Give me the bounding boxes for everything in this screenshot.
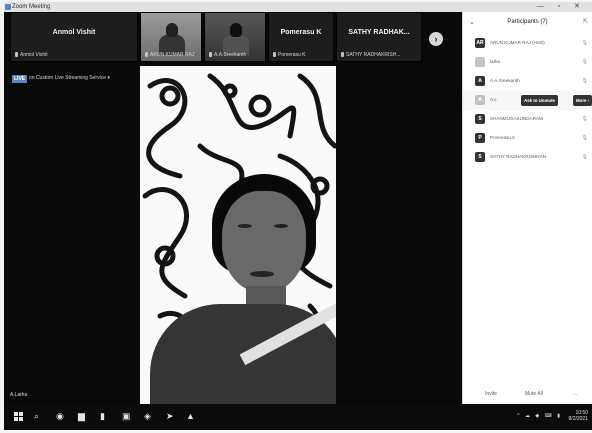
- participant-name: A.L: [490, 97, 497, 102]
- mic-icon: 🎙: [581, 59, 588, 65]
- participant-tile-label: A.A.Sreekanth: [209, 52, 246, 58]
- participant-row[interactable]: A A.A.Sreekanth 🎙: [463, 72, 592, 91]
- participant-tile[interactable]: Anmol Vishit Anmol Vishit: [10, 12, 138, 62]
- task-view-icon[interactable]: ▆: [78, 410, 85, 422]
- avatar: AR: [475, 38, 485, 48]
- person-head: [166, 23, 179, 37]
- participant-tile-name: SATHY RADHAK...: [348, 29, 410, 36]
- speaker-eye: [274, 224, 288, 228]
- windows-taskbar: ⌕ ◉ ▆ ▮ ▣ ◈ ➤ ▲ ^ ☁ ◆ ⌨ ▮ 10:50 8/2/2021: [4, 404, 592, 430]
- ask-to-unmute-button[interactable]: Ask to Unmute: [521, 95, 558, 106]
- participant-video-tile[interactable]: A.A.Sreekanth: [204, 12, 266, 62]
- participants-panel: ⌄ Participants (7) ⇱ AR ARUN KUMAR RAJ (…: [462, 12, 592, 404]
- cortana-icon[interactable]: ◉: [56, 410, 64, 422]
- participant-row[interactable]: AR ARUN KUMAR RAJ (Host) 🎙: [463, 34, 592, 53]
- app-icon[interactable]: ▲: [186, 410, 195, 422]
- participant-row[interactable]: latha 🎙: [463, 53, 592, 72]
- participant-name: Pomerasu K: [490, 135, 516, 140]
- clock-date: 8/2/2021: [568, 416, 588, 422]
- participant-row[interactable]: S SHANMUGASUNDARAM 🎙: [463, 110, 592, 129]
- participants-header: ⌄ Participants (7) ⇱: [463, 12, 592, 34]
- person-head: [230, 23, 243, 37]
- system-tray-icons[interactable]: ^ ☁ ◆ ⌨ ▮: [517, 413, 562, 419]
- mic-muted-icon: [145, 52, 148, 58]
- mic-icon: 🎙: [581, 78, 588, 84]
- participant-name: SHANMUGASUNDARAM: [490, 116, 543, 121]
- meeting-area: Anmol Vishit Anmol Vishit ARUN KUMAR RAJ…: [4, 12, 462, 404]
- mic-muted-icon: [15, 52, 18, 58]
- avatar: A: [475, 95, 485, 105]
- active-speaker-video: [140, 66, 336, 404]
- participant-video-tile[interactable]: ARUN KUMAR RAJ: [140, 12, 202, 62]
- speaker-name-label: A.Latha: [10, 392, 28, 398]
- participant-name: SATHY RADHAKRISHNAN: [490, 154, 546, 159]
- live-streaming-menu[interactable]: on Custom Live Streaming Service ▾: [29, 75, 110, 81]
- mic-muted-icon: [273, 52, 276, 58]
- invite-button[interactable]: Invite: [485, 391, 497, 397]
- zoom-logo-icon: [5, 4, 11, 10]
- participant-tile[interactable]: SATHY RADHAK... SATHY RADHAKRISH...: [336, 12, 422, 62]
- participant-name: A.A.Sreekanth: [490, 78, 520, 83]
- mute-all-button[interactable]: Mute All: [525, 391, 543, 397]
- thumbnail-strip: Anmol Vishit Anmol Vishit ARUN KUMAR RAJ…: [10, 12, 460, 64]
- mic-icon: 🎙: [581, 154, 588, 160]
- popout-icon[interactable]: ⇱: [583, 18, 588, 25]
- participant-name: ARUN KUMAR RAJ (Host): [490, 40, 545, 45]
- zoom-screenshot: Zoom Meeting — ▫ ✕ Anmol Vishit Anmol Vi…: [4, 2, 592, 430]
- window-title: Zoom Meeting: [12, 4, 51, 10]
- participants-title: Participants (7): [507, 19, 548, 25]
- file-explorer-icon[interactable]: ▮: [100, 410, 105, 422]
- avatar: S: [475, 114, 485, 124]
- search-icon[interactable]: ⌕: [34, 410, 39, 422]
- speaker-face: [222, 191, 306, 293]
- participant-tile-label: Anmol Vishit: [15, 52, 48, 58]
- clock[interactable]: 10:50 8/2/2021: [569, 410, 588, 422]
- speaker-mouth: [250, 271, 274, 277]
- participant-row[interactable]: P Pomerasu K 🎙: [463, 129, 592, 148]
- mic-muted-icon: [209, 52, 212, 58]
- participant-tile-label: Pomerasu K: [273, 52, 306, 58]
- participant-tile-label: SATHY RADHAKRISH...: [341, 52, 401, 58]
- window-controls[interactable]: — ▫ ✕: [537, 2, 586, 12]
- windows-start-icon[interactable]: [14, 412, 23, 421]
- participant-tile[interactable]: Pomerasu K Pomerasu K: [268, 12, 334, 62]
- participant-tile-name: Pomerasu K: [280, 29, 322, 36]
- more-footer-button[interactable]: ...: [573, 391, 577, 397]
- participant-row[interactable]: A A.L Ask to Unmute More ›: [463, 91, 592, 110]
- mic-muted-icon: [341, 52, 344, 58]
- app-icon[interactable]: ◈: [144, 410, 151, 422]
- participant-tile-name: Anmol Vishit: [52, 29, 96, 36]
- mic-icon: 🎙: [581, 40, 588, 46]
- zoom-taskbar-icon[interactable]: ▣: [122, 410, 131, 422]
- mic-icon: 🎙: [581, 116, 588, 122]
- avatar: [475, 57, 485, 67]
- avatar: S: [475, 152, 485, 162]
- avatar: A: [475, 76, 485, 86]
- mic-icon: 🎙: [581, 135, 588, 141]
- participant-row[interactable]: S SATHY RADHAKRISHNAN 🎙: [463, 148, 592, 167]
- window-title-bar: Zoom Meeting — ▫ ✕: [4, 2, 592, 12]
- more-options-button[interactable]: More ›: [573, 95, 592, 106]
- participant-name: latha: [490, 59, 500, 64]
- participants-footer: Invite Mute All ...: [463, 384, 592, 404]
- next-page-button[interactable]: ›: [429, 32, 443, 46]
- live-badge: LIVE: [12, 75, 28, 83]
- speaker-eye: [238, 224, 252, 228]
- app-icon[interactable]: ➤: [166, 410, 174, 422]
- avatar: P: [475, 133, 485, 143]
- participant-tile-label: ARUN KUMAR RAJ: [145, 52, 194, 58]
